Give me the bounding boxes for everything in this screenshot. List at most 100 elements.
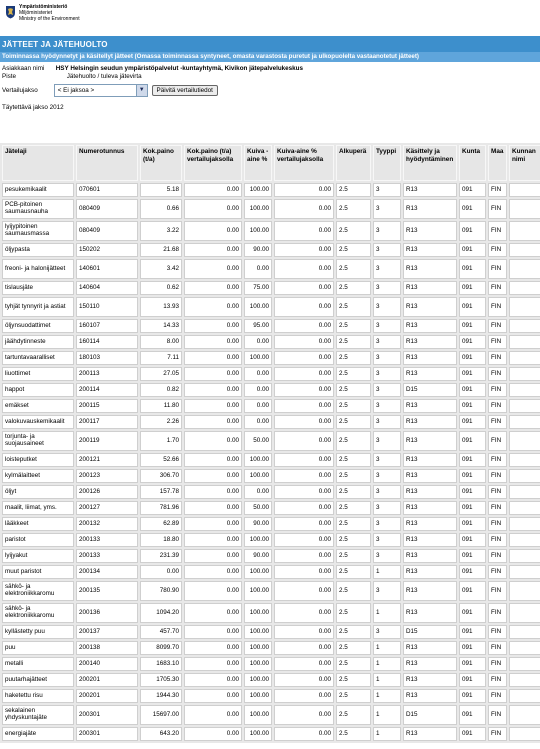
cell-kunta: 091 (459, 657, 486, 671)
chevron-down-icon[interactable]: ▼ (135, 85, 147, 96)
cell-maa: FIN (488, 335, 507, 349)
cell-kuiva-aine-vertailu: 0.00 (274, 399, 334, 413)
tayttava-value: 2012 (49, 104, 64, 111)
cell-kunta: 091 (459, 705, 486, 725)
cell-kunta: 091 (459, 399, 486, 413)
table-row: paristot 200133 18.80 0.00 100.00 0.00 2.5 3 R13… (2, 533, 540, 547)
cell-numerotunnus: 200140 (76, 657, 138, 671)
cell-tyyppi: 3 (373, 351, 401, 365)
header-logo-bar: Ympäristöministeriö Miljöministeriet Min… (0, 0, 540, 36)
cell-numerotunnus: 200133 (76, 533, 138, 547)
cell-numerotunnus: 200126 (76, 485, 138, 499)
cell-kasittely: R13 (403, 221, 457, 241)
table-row: freoni- ja halonijätteet 140601 3.42 0.00 0.… (2, 259, 540, 279)
cell-kuiva-aine: 0.00 (244, 335, 272, 349)
cell-maa: FIN (488, 399, 507, 413)
vertailu-row: Vertailujakso < Ei jaksoa > ▼ Päivitä ve… (2, 84, 218, 97)
cell-kokpaino: 157.78 (140, 485, 182, 499)
cell-kokpaino: 1094.20 (140, 603, 182, 623)
cell-kuiva-aine-vertailu: 0.00 (274, 335, 334, 349)
cell-maa: FIN (488, 351, 507, 365)
cell-numerotunnus: 180103 (76, 351, 138, 365)
cell-maa: FIN (488, 183, 507, 197)
cell-jatelaji: torjunta- ja suojausaineet (2, 431, 74, 451)
cell-kuiva-aine-vertailu: 0.00 (274, 581, 334, 601)
cell-kunnan-nimi (509, 199, 540, 219)
piste-label: Piste (2, 73, 16, 80)
cell-kokpaino-vertailu: 0.00 (184, 603, 242, 623)
cell-maa: FIN (488, 689, 507, 703)
cell-kunta: 091 (459, 319, 486, 333)
cell-kunnan-nimi (509, 259, 540, 279)
ministry-logo-text: Ympäristöministeriö Miljöministeriet Min… (19, 4, 80, 23)
cell-kasittely: R13 (403, 199, 457, 219)
cell-kokpaino-vertailu: 0.00 (184, 727, 242, 741)
table-row: puutarhajätteet 200201 1705.30 0.00 100.00 0.… (2, 673, 540, 687)
cell-kunta: 091 (459, 243, 486, 257)
cell-maa: FIN (488, 565, 507, 579)
cell-kuiva-aine-vertailu: 0.00 (274, 641, 334, 655)
cell-alkupera: 2.5 (336, 657, 371, 671)
cell-jatelaji: sähkö- ja elektroniikkaromu (2, 581, 74, 601)
cell-kunta: 091 (459, 727, 486, 741)
cell-kunnan-nimi (509, 469, 540, 483)
cell-kunta: 091 (459, 625, 486, 639)
table-row: pesukemikaalit 070601 5.18 0.00 100.00 0.00 2.… (2, 183, 540, 197)
cell-numerotunnus: 200133 (76, 549, 138, 563)
cell-kasittely: R13 (403, 469, 457, 483)
waste-table: Jätelaji Numerotunnus Kok.paino (t/a) Ko… (0, 143, 540, 743)
cell-alkupera: 2.5 (336, 705, 371, 725)
cell-kasittely: R13 (403, 673, 457, 687)
cell-kokpaino: 13.93 (140, 297, 182, 317)
header-kunnan-nimi: Kunnan nimi (509, 145, 540, 181)
cell-kasittely: R13 (403, 603, 457, 623)
cell-kunnan-nimi (509, 603, 540, 623)
cell-maa: FIN (488, 383, 507, 397)
cell-kokpaino: 18.80 (140, 533, 182, 547)
cell-jatelaji: valokuvauskemikaalit (2, 415, 74, 429)
cell-kunnan-nimi (509, 351, 540, 365)
vertailujakso-select[interactable]: < Ei jaksoa > ▼ (53, 84, 148, 97)
cell-jatelaji: kyllästetty puu (2, 625, 74, 639)
cell-jatelaji: haketettu risu (2, 689, 74, 703)
cell-alkupera: 2.5 (336, 469, 371, 483)
cell-alkupera: 2.5 (336, 431, 371, 451)
table-row: torjunta- ja suojausaineet 200119 1.70 0.00… (2, 431, 540, 451)
update-comparison-button[interactable]: Päivitä vertailutiedot (151, 85, 218, 96)
cell-kuiva-aine: 0.00 (244, 259, 272, 279)
cell-numerotunnus: 200132 (76, 517, 138, 531)
cell-alkupera: 2.5 (336, 297, 371, 317)
cell-kokpaino: 5.18 (140, 183, 182, 197)
cell-alkupera: 2.5 (336, 549, 371, 563)
table-row: öljynsuodattimet 160107 14.33 0.00 95.00 0.00… (2, 319, 540, 333)
cell-kokpaino: 2.26 (140, 415, 182, 429)
cell-numerotunnus: 140604 (76, 281, 138, 295)
cell-kasittely: R13 (403, 581, 457, 601)
cell-kasittely: R13 (403, 549, 457, 563)
cell-kunnan-nimi (509, 221, 540, 241)
cell-alkupera: 2.5 (336, 415, 371, 429)
cell-maa: FIN (488, 727, 507, 741)
cell-alkupera: 2.5 (336, 383, 371, 397)
cell-kuiva-aine: 50.00 (244, 431, 272, 451)
cell-kokpaino-vertailu: 0.00 (184, 431, 242, 451)
cell-tyyppi: 3 (373, 625, 401, 639)
table-row: haketettu risu 200201 1944.30 0.00 100.00 0.0… (2, 689, 540, 703)
cell-kunta: 091 (459, 183, 486, 197)
table-row: PCB-pitoinen saumausnauha 080409 0.66 0.00 1… (2, 199, 540, 219)
cell-maa: FIN (488, 453, 507, 467)
cell-kunnan-nimi (509, 673, 540, 687)
table-row: tartuntavaaralliset 180103 7.11 0.00 100.00 0… (2, 351, 540, 365)
cell-maa: FIN (488, 705, 507, 725)
cell-kokpaino-vertailu: 0.00 (184, 383, 242, 397)
cell-tyyppi: 3 (373, 367, 401, 381)
cell-jatelaji: energiajäte (2, 727, 74, 741)
cell-alkupera: 2.5 (336, 641, 371, 655)
cell-jatelaji: paristot (2, 533, 74, 547)
cell-jatelaji: puutarhajätteet (2, 673, 74, 687)
cell-tyyppi: 3 (373, 383, 401, 397)
cell-numerotunnus: 200117 (76, 415, 138, 429)
cell-tyyppi: 3 (373, 319, 401, 333)
cell-kasittely: R13 (403, 183, 457, 197)
cell-maa: FIN (488, 297, 507, 317)
